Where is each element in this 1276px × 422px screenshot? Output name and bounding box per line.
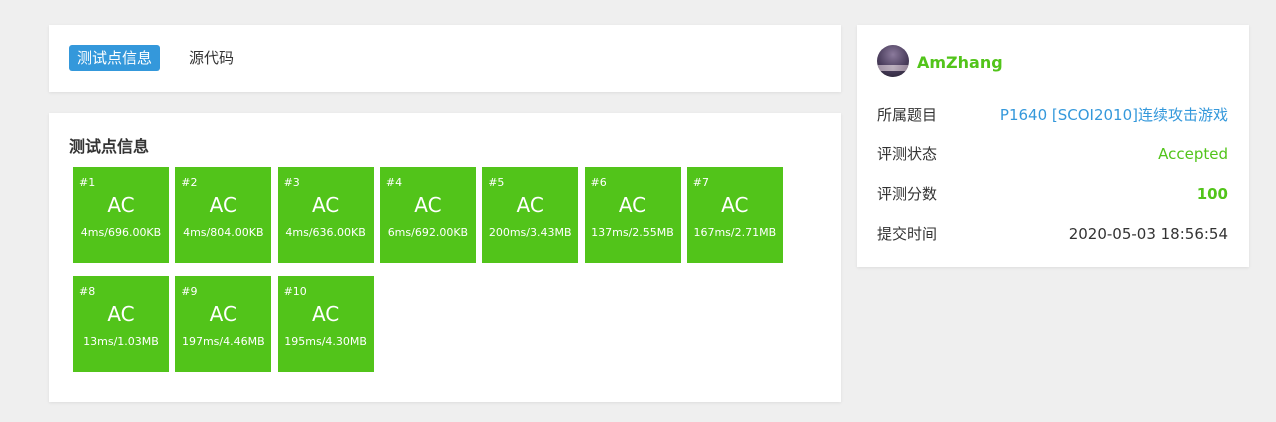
test-case-number: #10 (283, 285, 307, 298)
info-row-problem: 所属题目 P1640 [SCOI2010]连续攻击游戏 (877, 104, 1228, 126)
test-case-stats: 4ms/696.00KB (80, 226, 162, 239)
test-case-tile[interactable]: #8 AC 13ms/1.03MB (73, 276, 169, 372)
test-case-number: #5 (488, 176, 505, 189)
section-title: 测试点信息 (69, 137, 150, 156)
test-case-tile[interactable]: #10 AC 195ms/4.30MB (277, 276, 374, 372)
test-case-number: #8 (79, 285, 96, 298)
tab-test-info[interactable]: 测试点信息 (69, 45, 161, 71)
test-results-card: 测试点信息 #1 AC 4ms/696.00KB #2 AC 4ms/804.00KB #3… (49, 113, 841, 402)
problem-link[interactable]: P1640 [SCOI2010]连续攻击游戏 (1000, 104, 1228, 126)
test-case-stats: 195ms/4.30MB (284, 335, 367, 348)
test-case-status: AC (107, 302, 135, 326)
tabs-card: 测试点信息 源代码 (49, 25, 841, 92)
test-case-number: #4 (385, 176, 403, 189)
info-row-status: 评测状态 Accepted (877, 143, 1228, 165)
info-row-time: 提交时间 2020-05-03 18:56:54 (877, 223, 1228, 245)
problem-label: 所属题目 (877, 106, 938, 124)
tab-source-code[interactable]: 源代码 (181, 45, 242, 71)
status-value: Accepted (1158, 145, 1228, 163)
test-case-status: AC (107, 193, 135, 217)
test-case-status: AC (414, 193, 442, 217)
test-case-tile[interactable]: #2 AC 4ms/804.00KB (175, 167, 272, 263)
test-case-tile[interactable]: #9 AC 197ms/4.46MB (175, 276, 272, 372)
test-case-tile[interactable]: #4 AC 6ms/692.00KB (379, 167, 476, 263)
username-link[interactable]: AmZhang (917, 53, 1003, 72)
test-case-status: AC (209, 302, 237, 326)
avatar[interactable] (877, 45, 909, 77)
test-case-number: #3 (283, 176, 300, 189)
test-case-number: #2 (181, 176, 198, 189)
test-case-status: AC (721, 193, 749, 217)
test-case-stats: 4ms/804.00KB (183, 226, 264, 239)
test-case-stats: 167ms/2.71MB (693, 226, 777, 239)
test-case-tile[interactable]: #5 AC 200ms/3.43MB (482, 167, 579, 263)
submission-info-card: AmZhang 所属题目 P1640 [SCOI2010]连续攻击游戏 评测状态… (857, 25, 1249, 267)
test-case-status: AC (209, 193, 237, 217)
test-case-number: #7 (692, 176, 710, 189)
test-case-number: #6 (590, 176, 607, 189)
test-case-number: #1 (79, 176, 96, 189)
test-case-tile[interactable]: #3 AC 4ms/636.00KB (277, 167, 374, 263)
status-label: 评测状态 (877, 145, 938, 163)
score-label: 评测分数 (877, 185, 938, 203)
test-case-status: AC (311, 193, 340, 217)
time-value: 2020-05-03 18:56:54 (1068, 225, 1228, 243)
test-case-tile[interactable]: #1 AC 4ms/696.00KB (73, 167, 169, 263)
test-case-stats: 4ms/636.00KB (285, 226, 366, 239)
test-case-status: AC (516, 193, 544, 217)
test-case-status: AC (618, 193, 647, 217)
test-case-stats: 197ms/4.46MB (181, 335, 265, 348)
test-case-number: #9 (181, 285, 198, 298)
test-case-stats: 200ms/3.43MB (488, 226, 572, 239)
test-case-stats: 137ms/2.55MB (591, 226, 674, 239)
info-row-score: 评测分数 100 (877, 183, 1228, 205)
test-case-tile[interactable]: #6 AC 137ms/2.55MB (584, 167, 681, 263)
test-case-stats: 6ms/692.00KB (387, 226, 469, 239)
time-label: 提交时间 (877, 225, 938, 243)
score-value: 100 (1196, 185, 1228, 203)
test-case-tile[interactable]: #7 AC 167ms/2.71MB (686, 167, 783, 263)
test-case-status: AC (311, 302, 340, 326)
test-case-stats: 13ms/1.03MB (83, 335, 159, 348)
